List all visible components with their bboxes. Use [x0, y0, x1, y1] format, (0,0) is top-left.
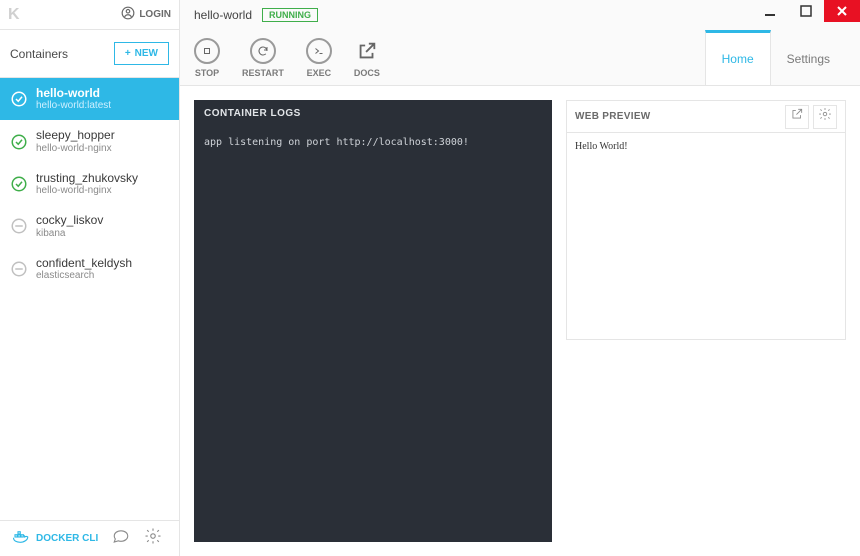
preview-body: Hello World!: [567, 133, 845, 339]
container-item-trusting-zhukovsky[interactable]: trusting_zhukovsky hello-world-nginx: [0, 163, 179, 205]
container-image: hello-world-nginx: [36, 143, 115, 155]
external-link-icon: [354, 38, 380, 64]
user-icon: [121, 6, 135, 23]
window-close[interactable]: [824, 0, 860, 22]
restart-button[interactable]: RESTART: [242, 38, 284, 78]
tab-settings[interactable]: Settings: [771, 30, 846, 85]
feedback-button[interactable]: [112, 527, 130, 550]
container-item-sleepy-hopper[interactable]: sleepy_hopper hello-world-nginx: [0, 120, 179, 162]
logs-header: CONTAINER LOGS: [194, 100, 552, 127]
preview-settings-button[interactable]: [813, 105, 837, 129]
window-minimize[interactable]: [752, 0, 788, 22]
status-stopped-icon: [10, 260, 28, 278]
sidebar-header: Containers + NEW: [0, 30, 179, 78]
container-name: trusting_zhukovsky: [36, 171, 138, 185]
external-link-icon: [790, 107, 804, 126]
login-label: LOGIN: [139, 9, 171, 20]
exec-label: EXEC: [307, 68, 332, 78]
sidebar-title: Containers: [10, 47, 68, 61]
login-button[interactable]: LOGIN: [121, 6, 171, 23]
restart-label: RESTART: [242, 68, 284, 78]
window-maximize[interactable]: [788, 0, 824, 22]
gear-icon: [144, 532, 162, 549]
docker-cli-label: DOCKER CLI: [36, 533, 98, 544]
preview-header: WEB PREVIEW: [575, 111, 651, 122]
chat-icon: [112, 532, 130, 549]
web-preview-panel: WEB PREVIEW Hello World!: [566, 100, 846, 340]
exec-button[interactable]: EXEC: [306, 38, 332, 78]
container-item-cocky-liskov[interactable]: cocky_liskov kibana: [0, 205, 179, 247]
status-running-icon: [10, 90, 28, 108]
preferences-button[interactable]: [144, 527, 162, 550]
container-image: kibana: [36, 228, 103, 240]
containers-list: hello-world hello-world:latest sleepy_ho…: [0, 78, 179, 520]
stop-label: STOP: [195, 68, 219, 78]
status-stopped-icon: [10, 217, 28, 235]
tabs: Home Settings: [705, 30, 846, 85]
tab-home[interactable]: Home: [705, 30, 771, 85]
terminal-icon: [306, 38, 332, 64]
container-name: hello-world: [36, 86, 111, 100]
status-running-icon: [10, 175, 28, 193]
bottom-bar: DOCKER CLI: [0, 520, 179, 556]
container-image: hello-world-nginx: [36, 185, 138, 197]
docs-button[interactable]: DOCS: [354, 38, 380, 78]
container-image: hello-world:latest: [36, 100, 111, 112]
container-logs-panel: CONTAINER LOGS app listening on port htt…: [194, 100, 552, 542]
docker-cli-button[interactable]: DOCKER CLI: [12, 528, 98, 549]
plus-icon: +: [125, 48, 131, 59]
container-name: confident_keldysh: [36, 256, 132, 270]
brand-logo: K: [8, 6, 21, 24]
stop-button[interactable]: STOP: [194, 38, 220, 78]
brand-row: K LOGIN: [0, 0, 179, 30]
open-external-button[interactable]: [785, 105, 809, 129]
container-image: elasticsearch: [36, 270, 132, 282]
stop-icon: [194, 38, 220, 64]
container-item-hello-world[interactable]: hello-world hello-world:latest: [0, 78, 179, 120]
docs-label: DOCS: [354, 68, 380, 78]
gear-icon: [818, 107, 832, 126]
restart-icon: [250, 38, 276, 64]
whale-icon: [12, 528, 30, 549]
toolbar: STOP RESTART EXEC DOCS H: [180, 30, 860, 86]
new-label: NEW: [135, 48, 158, 59]
page-title: hello-world: [194, 8, 252, 22]
window-controls: [752, 0, 860, 22]
container-name: sleepy_hopper: [36, 128, 115, 142]
container-item-confident-keldysh[interactable]: confident_keldysh elasticsearch: [0, 248, 179, 290]
status-running-icon: [10, 133, 28, 151]
container-name: cocky_liskov: [36, 213, 103, 227]
new-container-button[interactable]: + NEW: [114, 42, 169, 65]
status-badge: RUNNING: [262, 8, 318, 22]
logs-body[interactable]: app listening on port http://localhost:3…: [194, 127, 552, 542]
